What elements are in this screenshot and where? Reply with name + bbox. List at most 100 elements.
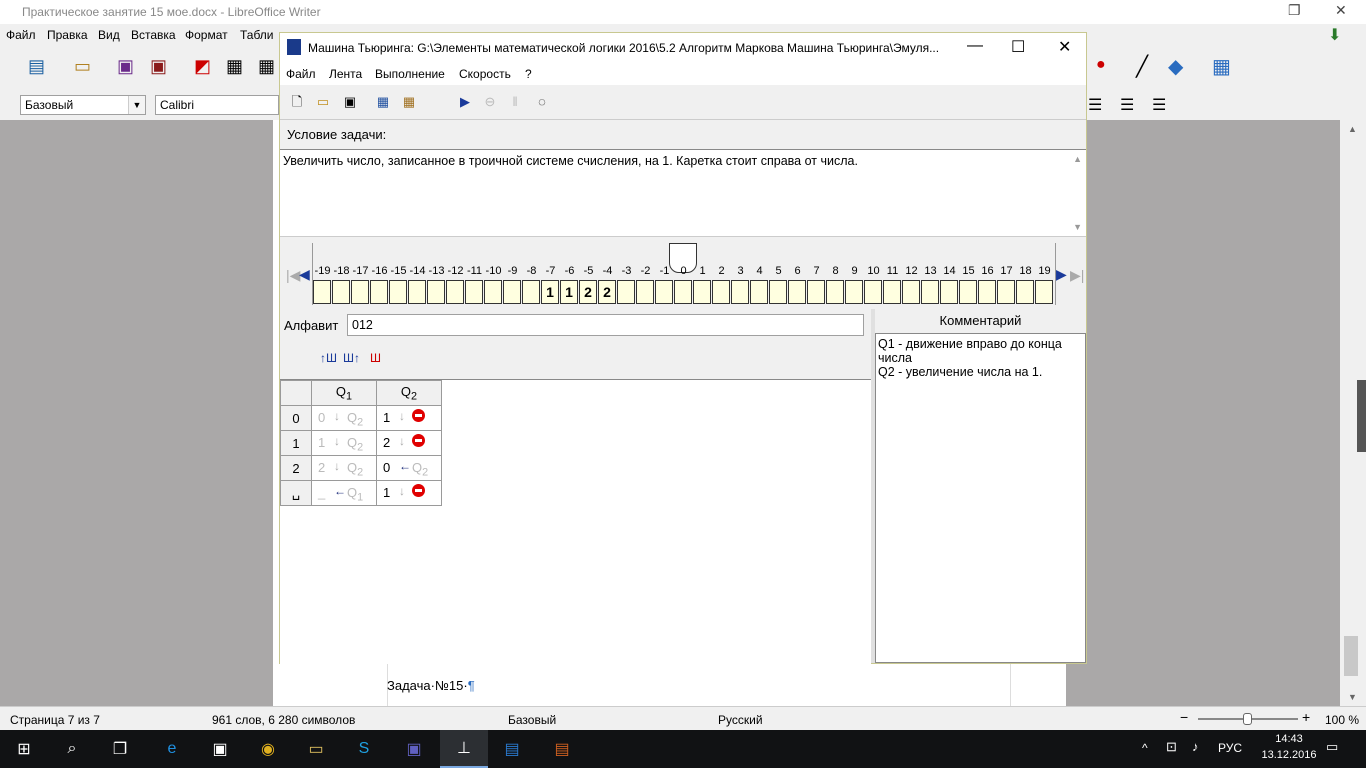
tape-cell[interactable]: 2 (598, 280, 616, 304)
lo-menu-view[interactable]: Вид (98, 28, 120, 42)
delete-column-icon[interactable]: Ш (370, 351, 381, 365)
tape-cell[interactable] (522, 280, 540, 304)
tape-cell[interactable] (693, 280, 711, 304)
tape-cell[interactable]: 2 (579, 280, 597, 304)
paragraph-style-combo[interactable]: Базовый ▼ (20, 95, 146, 115)
new-file-icon[interactable]: 🗋 (288, 93, 306, 111)
tape-cell[interactable] (959, 280, 977, 304)
state-header-q1[interactable]: Q1 (311, 380, 377, 406)
command-cell-q1[interactable]: 1 ↓ Q2 (311, 430, 377, 456)
tape-cell[interactable] (1035, 280, 1053, 304)
symbol-row-header[interactable]: 2 (280, 455, 312, 481)
alphabet-input[interactable]: 012 (347, 314, 864, 336)
impress-icon[interactable]: ▤ (538, 730, 586, 768)
tape-cell[interactable] (636, 280, 654, 304)
turing-menu-speed[interactable]: Скорость (459, 67, 511, 81)
writer-icon[interactable]: ▤ (488, 730, 536, 768)
tape-scroll-right-icon[interactable]: ▶ (1056, 266, 1067, 283)
tape-cell[interactable] (921, 280, 939, 304)
condition-textarea[interactable]: Увеличить число, записанное в троичной с… (280, 149, 1086, 237)
align-icon[interactable]: ☰ (1088, 95, 1102, 115)
command-cell-q1[interactable]: 2 ↓ Q2 (311, 455, 377, 481)
tape-cell[interactable] (389, 280, 407, 304)
tape-cell[interactable] (674, 280, 692, 304)
chevron-down-icon[interactable]: ▼ (128, 96, 145, 114)
shapes-icon[interactable]: ◆ (1168, 54, 1183, 79)
tape-cell[interactable] (712, 280, 730, 304)
lo-menu-edit[interactable]: Правка (47, 28, 88, 42)
gallery-icon[interactable]: ▦ (1212, 54, 1231, 79)
zoom-in-icon[interactable]: + (1302, 709, 1310, 725)
tape-cell[interactable] (351, 280, 369, 304)
pdf-icon[interactable]: ◩ (194, 56, 211, 77)
insert-column-icon[interactable]: ↑Ш (320, 351, 337, 365)
network-icon[interactable]: ⊡ (1166, 739, 1177, 755)
stop-icon[interactable]: ⊖ (481, 93, 499, 111)
scroll-up-icon[interactable]: ▲ (1073, 154, 1082, 164)
status-zoom[interactable]: 100 % (1325, 713, 1359, 727)
zoom-slider-handle[interactable] (1243, 713, 1252, 725)
add-column-icon[interactable]: Ш↑ (343, 351, 360, 365)
lo-menu-format[interactable]: Формат (185, 28, 228, 42)
export-icon[interactable]: ▣ (150, 56, 167, 77)
tape-scroll-left-icon[interactable]: ◀ (299, 266, 310, 283)
lo-menu-insert[interactable]: Вставка (131, 28, 176, 42)
line-icon[interactable]: ╱ (1136, 54, 1148, 79)
sidebar-toggle[interactable] (1357, 380, 1366, 452)
search-icon[interactable]: ⌕ (48, 730, 96, 768)
minimize-icon[interactable]: — (967, 37, 983, 55)
tape-cell[interactable] (465, 280, 483, 304)
tape-cell[interactable] (1016, 280, 1034, 304)
turing-app-icon[interactable]: ⊥ (440, 730, 488, 768)
tape-cell[interactable] (769, 280, 787, 304)
record-icon[interactable]: ● (1096, 56, 1106, 74)
print-preview-icon[interactable]: ▦ (258, 56, 275, 77)
edge-icon[interactable]: e (148, 730, 196, 768)
tape-cell[interactable] (845, 280, 863, 304)
command-cell-q2[interactable]: 1 ↓ (376, 405, 442, 431)
tape-cell[interactable] (370, 280, 388, 304)
state-header-q2[interactable]: Q2 (376, 380, 442, 406)
tape-cell[interactable] (807, 280, 825, 304)
scroll-down-icon[interactable]: ▼ (1073, 222, 1082, 232)
turing-menu-run[interactable]: Выполнение (375, 67, 445, 81)
font-name-combo[interactable]: Calibri (155, 95, 279, 115)
explorer-icon[interactable]: ▭ (292, 730, 340, 768)
close-icon[interactable]: ✕ (1335, 2, 1347, 19)
pause-icon[interactable]: ‖ (506, 93, 524, 111)
tape-cell[interactable] (978, 280, 996, 304)
print-icon[interactable]: ▦ (226, 56, 243, 77)
clock-date[interactable]: 13.12.2016 (1252, 749, 1326, 761)
lo-menu-file[interactable]: Файл (6, 28, 36, 42)
comment-textarea[interactable]: Q1 - движение вправо до конца числа Q2 -… (875, 333, 1086, 663)
indent-increase-icon[interactable]: ☰ (1120, 95, 1134, 115)
close-icon[interactable]: ✕ (1058, 37, 1071, 57)
volume-icon[interactable]: ♪ (1192, 739, 1199, 754)
status-page[interactable]: Страница 7 из 7 (10, 713, 100, 727)
tape-cell[interactable] (997, 280, 1015, 304)
tape-cell[interactable] (826, 280, 844, 304)
tape-cell[interactable] (864, 280, 882, 304)
command-cell-q2[interactable]: 2 ↓ (376, 430, 442, 456)
start-icon[interactable]: ⊞ (0, 730, 48, 768)
zoom-out-icon[interactable]: − (1180, 709, 1188, 725)
command-cell-q2[interactable]: 1 ↓ (376, 480, 442, 506)
tape-cell[interactable] (427, 280, 445, 304)
step-icon[interactable]: ◌ (533, 93, 551, 111)
tape-cell[interactable] (731, 280, 749, 304)
command-cell-q2[interactable]: 0 ← Q2 (376, 455, 442, 481)
symbol-row-header[interactable]: 1 (280, 430, 312, 456)
command-cell-q1[interactable]: _ ← Q1 (311, 480, 377, 506)
open-folder-icon[interactable]: ▭ (314, 93, 332, 111)
open-icon[interactable]: ▭ (74, 56, 91, 77)
maximize-icon[interactable]: ☐ (1011, 37, 1025, 57)
tape-cell[interactable] (446, 280, 464, 304)
tape-save-icon[interactable]: ▦ (400, 93, 418, 111)
tape-cell[interactable] (883, 280, 901, 304)
status-words[interactable]: 961 слов, 6 280 символов (212, 713, 355, 727)
task-view-icon[interactable]: ❐ (96, 730, 144, 768)
turing-menu-help[interactable]: ? (525, 67, 532, 81)
symbol-row-header[interactable]: 0 (280, 405, 312, 431)
tape-cell[interactable]: 1 (560, 280, 578, 304)
symbol-row-header[interactable]: ␣ (280, 480, 312, 506)
